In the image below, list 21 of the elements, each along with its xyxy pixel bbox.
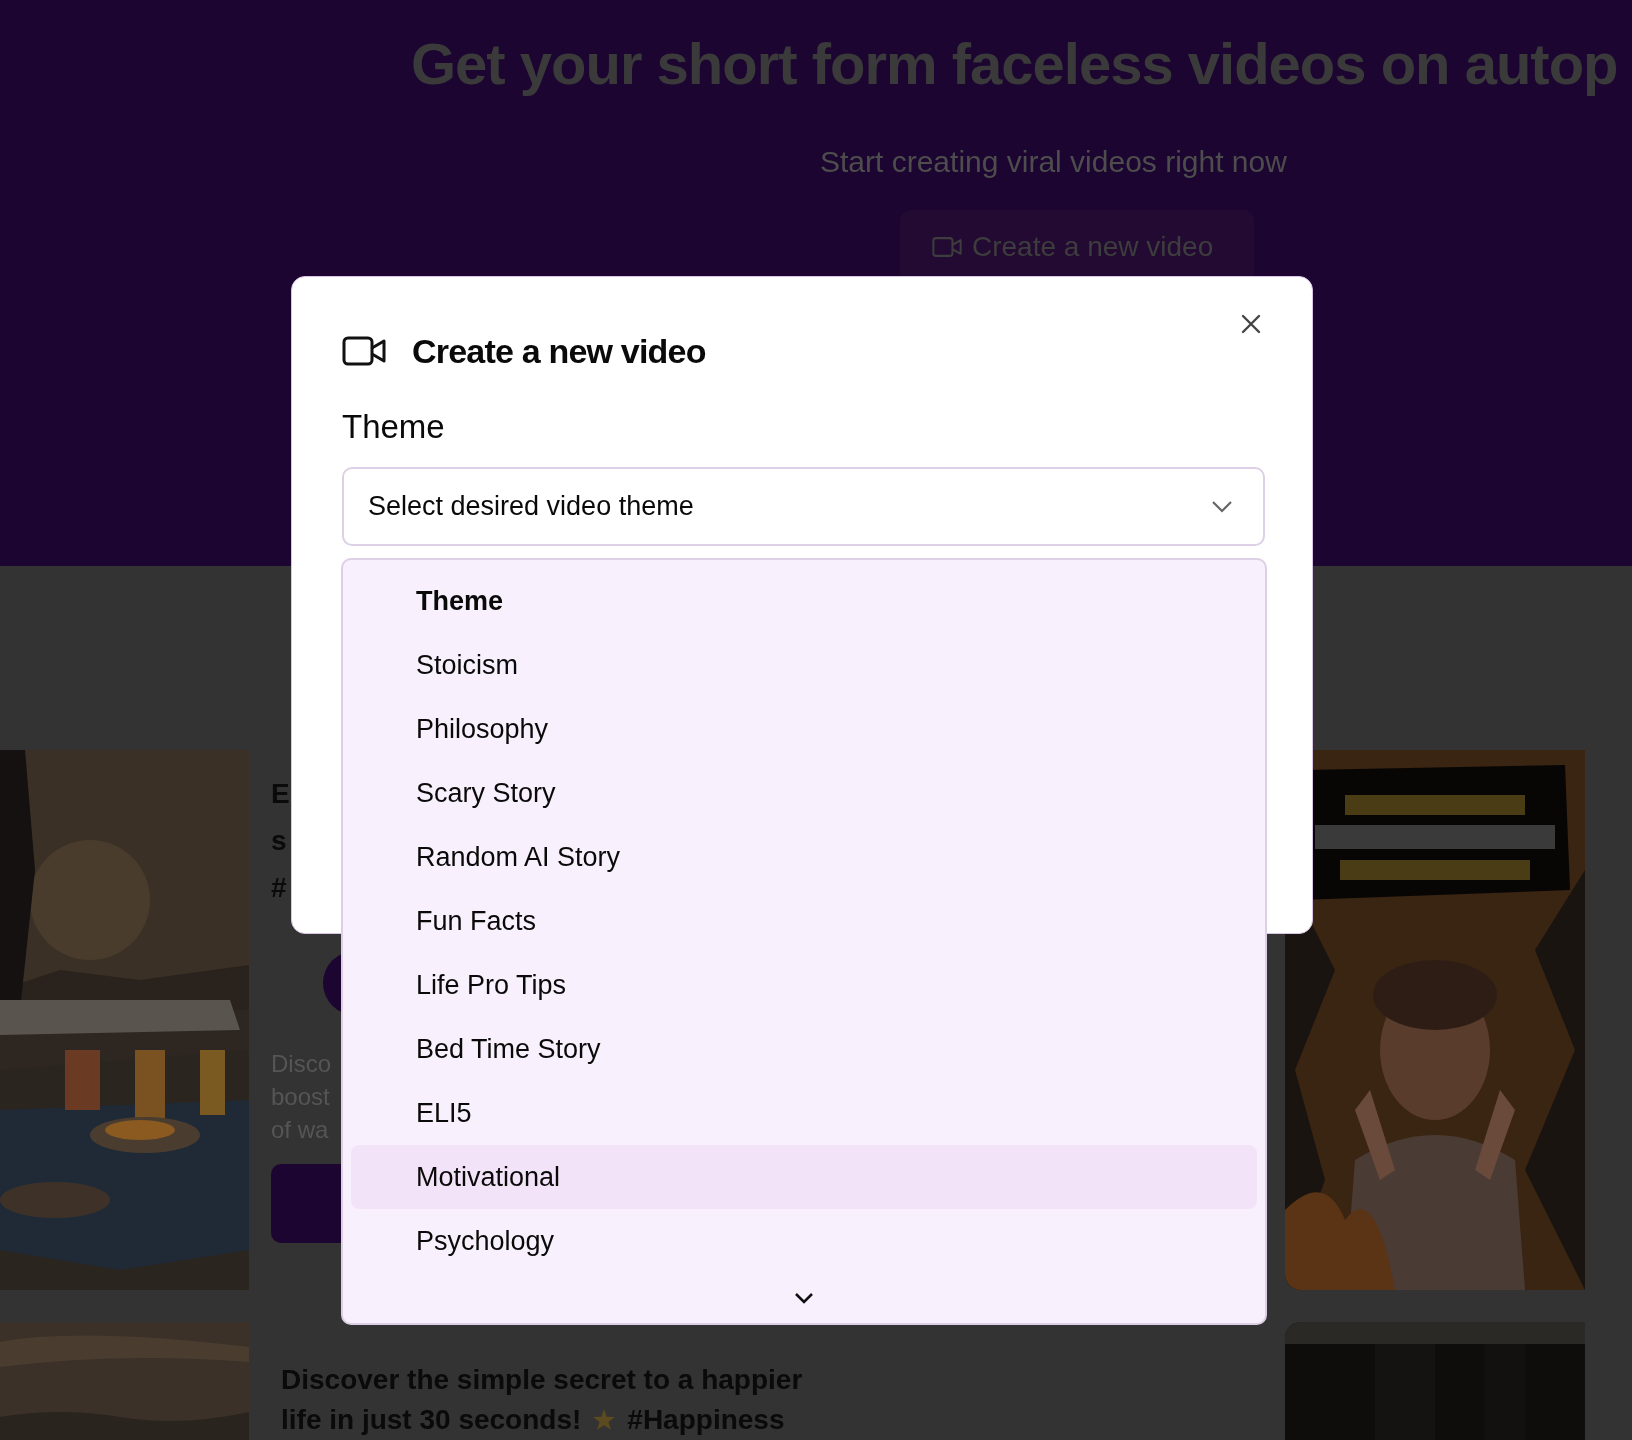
modal-title: Create a new video	[412, 331, 706, 371]
menu-option[interactable]: ELI5	[351, 1081, 1257, 1145]
field-label: Theme	[342, 407, 445, 447]
menu-option[interactable]: Psychology	[351, 1209, 1257, 1273]
menu-option[interactable]: Stoicism	[351, 633, 1257, 697]
scroll-down-icon[interactable]	[794, 1292, 814, 1304]
menu-option[interactable]: Motivational	[351, 1145, 1257, 1209]
menu-option[interactable]: Scary Story	[351, 761, 1257, 825]
menu-option[interactable]: Random AI Story	[351, 825, 1257, 889]
card-title: #	[271, 871, 287, 905]
menu-option[interactable]: Life Pro Tips	[351, 953, 1257, 1017]
video-camera-icon	[342, 336, 386, 366]
menu-option[interactable]: Philosophy	[351, 697, 1257, 761]
close-icon[interactable]	[1240, 313, 1262, 335]
menu-group-label: Theme	[415, 584, 505, 618]
hero-subtitle: Start creating viral videos right now	[820, 144, 1287, 180]
theme-select[interactable]: Select desired video theme	[342, 467, 1265, 546]
menu-option[interactable]: Fun Facts	[351, 889, 1257, 953]
menu-option[interactable]: Bed Time Story	[351, 1017, 1257, 1081]
video-camera-icon	[932, 236, 962, 258]
chevron-down-icon	[1211, 499, 1233, 514]
